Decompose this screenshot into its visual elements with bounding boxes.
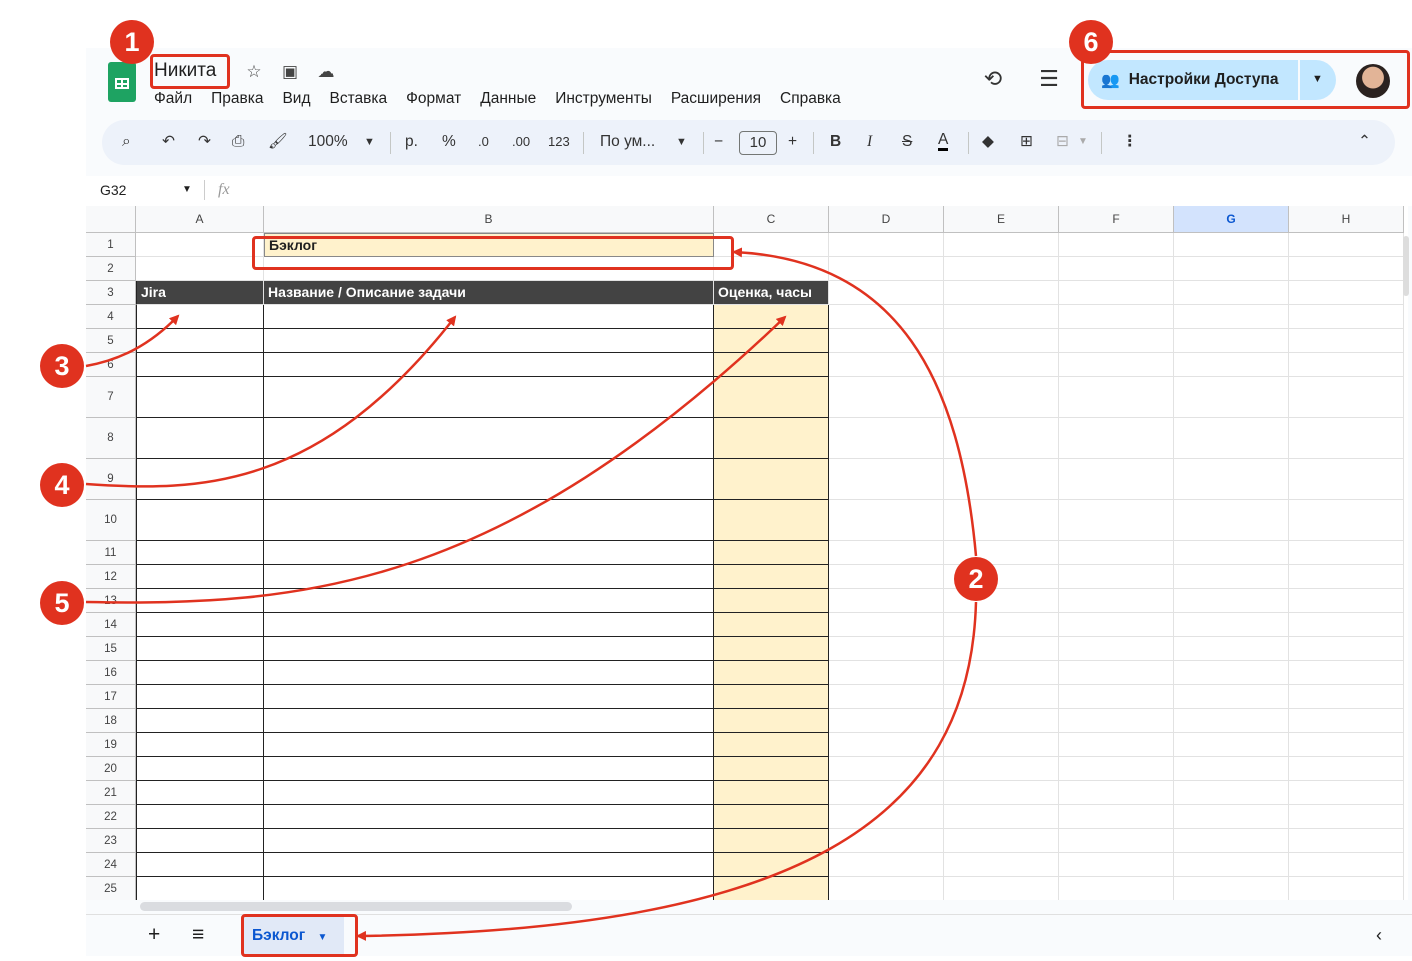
highlight-title — [150, 54, 230, 89]
annotation-badge-3: 3 — [40, 344, 84, 388]
annotation-badge-5: 5 — [40, 581, 84, 625]
arrow-5 — [85, 315, 787, 604]
annotation-badge-6: 6 — [1069, 20, 1113, 64]
arrow-3 — [85, 314, 180, 368]
arrow-4 — [85, 315, 457, 488]
highlight-tab — [241, 914, 358, 957]
annotation-badge-2: 2 — [954, 557, 998, 601]
arrow-2-bottom — [356, 601, 978, 941]
highlight-backlog-cell — [252, 236, 734, 270]
annotation-badge-4: 4 — [40, 463, 84, 507]
annotation-badge-1: 1 — [110, 20, 154, 64]
highlight-share — [1081, 50, 1410, 109]
arrow-2-top — [732, 247, 978, 557]
annotation-layer — [85, 247, 978, 941]
